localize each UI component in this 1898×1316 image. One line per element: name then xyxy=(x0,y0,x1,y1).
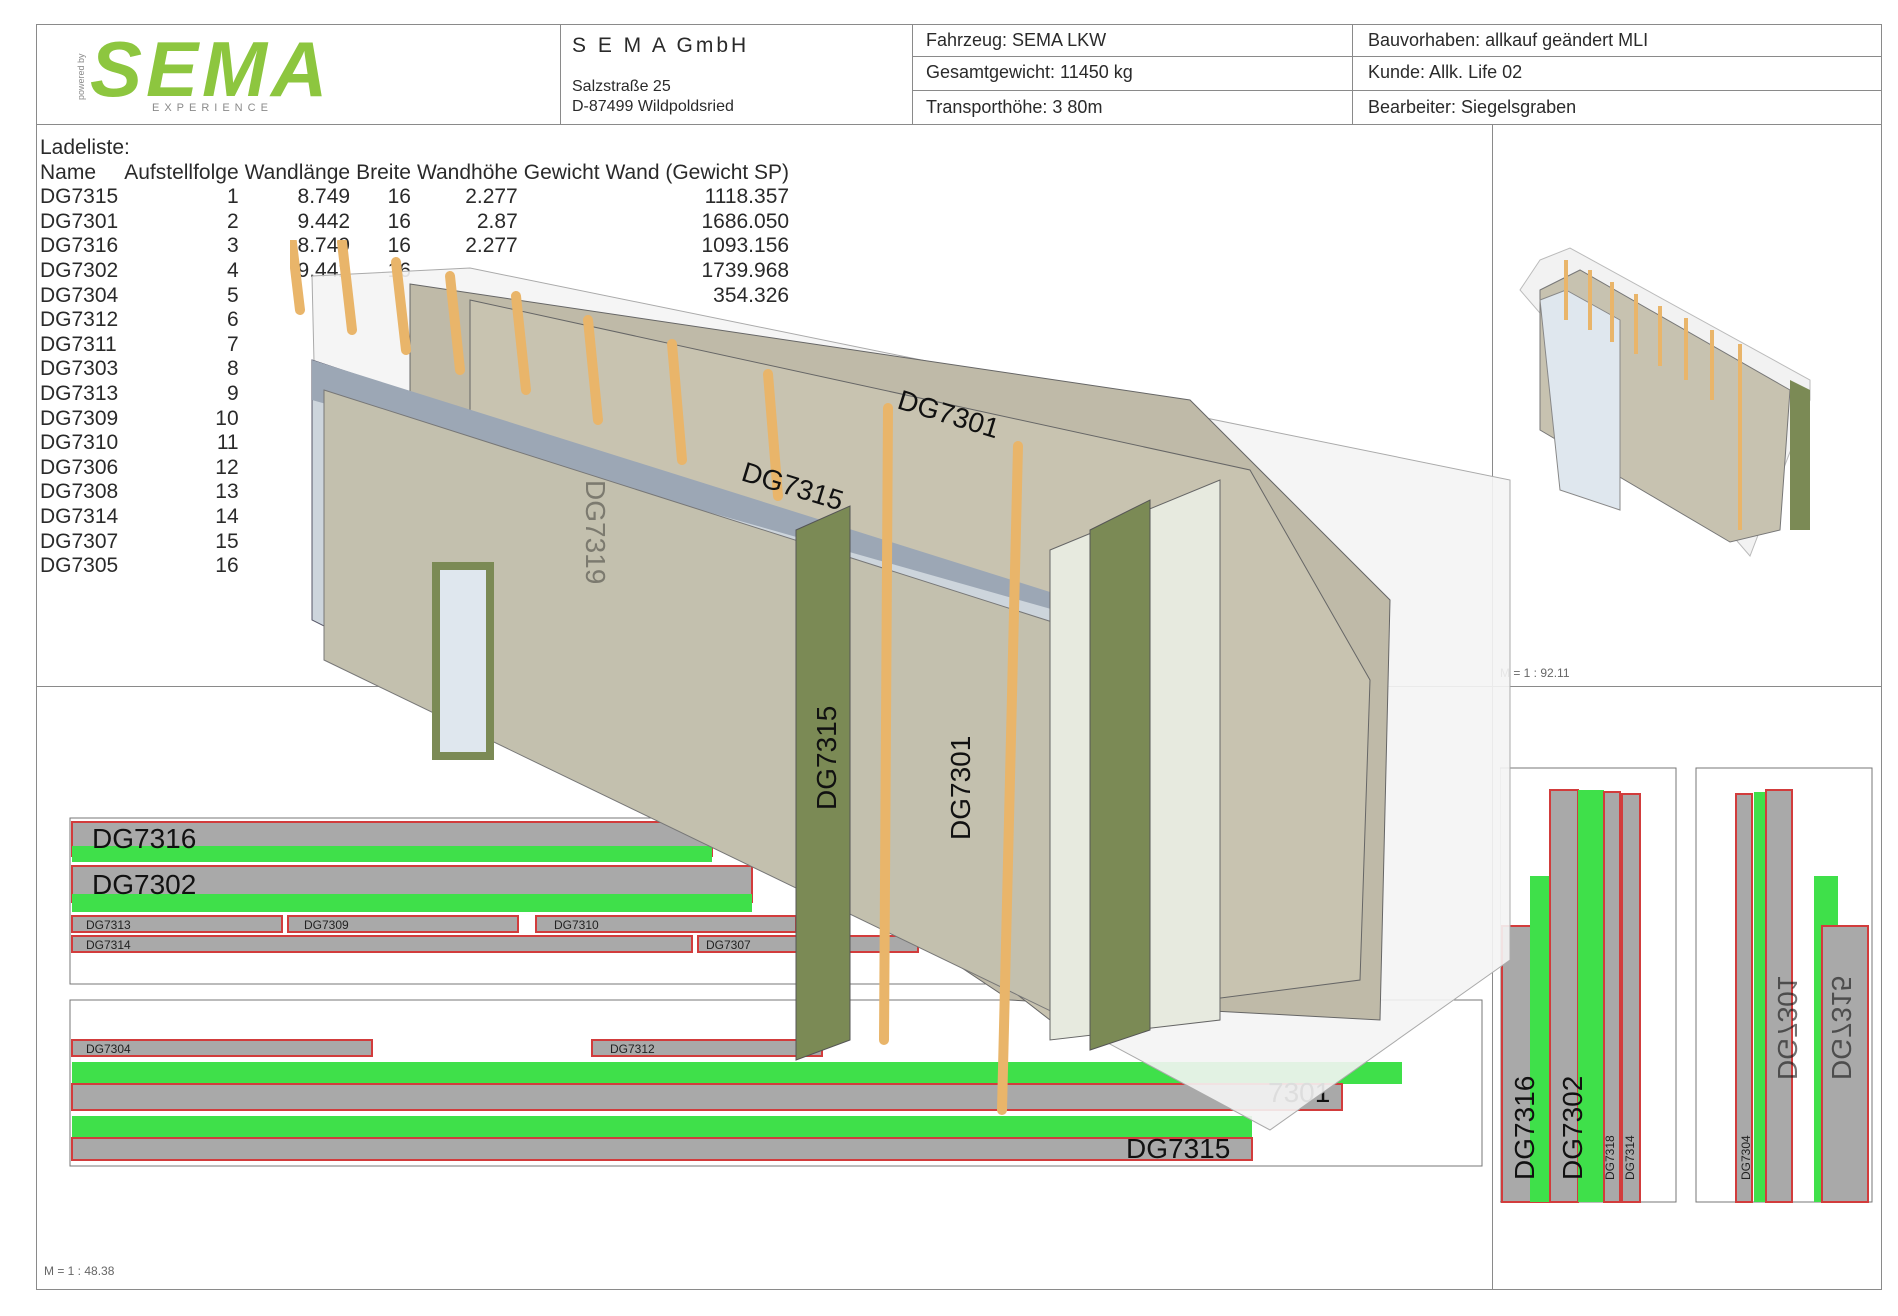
iso-label-dg7319: DG7319 xyxy=(580,480,611,584)
side-label-dg7304: DG7304 xyxy=(1739,1135,1753,1180)
cell-name: DG7303 xyxy=(40,357,119,381)
cell-order: 7 xyxy=(226,332,239,356)
plan-label-dg7314: DG7314 xyxy=(86,938,131,952)
col-header-length: Wandlänge xyxy=(244,160,351,184)
cell-name: DG7308 xyxy=(40,480,119,504)
cell-name: DG7302 xyxy=(40,258,119,282)
iso-label-dg7301-side: DG7301 xyxy=(945,736,976,840)
side-label-dg7315-mirror: DG7315 xyxy=(1826,976,1857,1080)
side-label-dg7301-mirror: DG7301 xyxy=(1772,976,1803,1080)
side-views: DG7316 DG7302 DG7318 DG7314 DG7304 DG730… xyxy=(1499,690,1880,1290)
logo-powered-by: powered by xyxy=(76,53,86,100)
company-city: D-87499 Wildpoldsried xyxy=(572,98,734,115)
side-view-left: DG7316 DG7302 DG7318 DG7314 xyxy=(1499,767,1677,1203)
header-row-divider-2 xyxy=(912,90,1882,91)
plan-label-dg7316: DG7316 xyxy=(92,823,196,854)
side-label-dg7314: DG7314 xyxy=(1623,1135,1637,1180)
cell-length: 9.442 xyxy=(297,209,351,233)
col-header-name: Name xyxy=(40,160,97,184)
cell-name: DG7316 xyxy=(40,234,119,258)
cell-name: DG7305 xyxy=(40,554,119,578)
cell-name: DG7310 xyxy=(40,431,119,455)
cell-order: 1 xyxy=(226,185,239,209)
cell-name: DG7307 xyxy=(40,529,119,553)
header-col-divider-2 xyxy=(912,24,913,124)
cell-order: 2 xyxy=(226,209,239,233)
col-header-height: Wandhöhe xyxy=(416,160,518,184)
side-views-illustration: DG7316 DG7302 DG7318 DG7314 DG7304 DG730… xyxy=(1499,767,1873,1203)
cell-weight: 1118.357 xyxy=(704,185,790,209)
panel-dg7301-insulation xyxy=(1089,499,1151,1051)
col-header-width: Breite xyxy=(356,160,411,184)
cell-order: 13 xyxy=(215,480,239,504)
isometric-load-view: DG7315 DG7319 DG7301 DG7315 DG7301 xyxy=(285,221,1520,1140)
cell-order: 15 xyxy=(215,529,239,553)
col-header-weight: Gewicht Wand (Gewicht SP) xyxy=(523,160,790,184)
isometric-illustration: DG7315 DG7319 DG7301 DG7315 DG7301 xyxy=(285,221,1511,1131)
header-row-divider-1 xyxy=(912,56,1882,57)
cell-name: DG7304 xyxy=(40,283,119,307)
overview-front-panel xyxy=(1539,289,1621,511)
editor-field: Bearbeiter: Siegelsgraben xyxy=(1368,97,1577,117)
overview-view: M = 1 : 92.11 xyxy=(1500,130,1880,680)
overview-insulation xyxy=(1790,380,1810,530)
customer-field: Kunde: Allk. Life 02 xyxy=(1368,62,1523,82)
cell-order: 3 xyxy=(226,234,239,258)
transport-height-field: Transporthöhe: 3 80m xyxy=(926,97,1103,117)
cell-order: 5 xyxy=(226,283,239,307)
logo-subtitle: EXPERIENCE xyxy=(152,102,273,114)
cell-order: 6 xyxy=(226,308,239,332)
header-divider xyxy=(36,124,1882,125)
overview-illustration xyxy=(1519,247,1811,557)
cell-weight: 1686.050 xyxy=(701,209,790,233)
vehicle-field: Fahrzeug: SEMA LKW xyxy=(926,30,1107,50)
cell-width: 16 xyxy=(387,209,411,233)
cell-height: 2.277 xyxy=(465,185,518,209)
load-list-header-row: Name Aufstellfolge Wandlänge Breite Wand… xyxy=(40,161,795,186)
company-name: S E M A GmbH xyxy=(572,34,750,57)
cell-order: 10 xyxy=(215,406,239,430)
load-list-title: Ladeliste: xyxy=(40,136,130,159)
cell-width: 16 xyxy=(387,185,411,209)
load-list-row: DG7315 1 8.749 16 2.277 1118.357 xyxy=(40,185,795,210)
total-weight-field: Gesamtgewicht: 11450 kg xyxy=(926,62,1133,82)
side-label-dg7302: DG7302 xyxy=(1557,1076,1588,1180)
cell-name: DG7315 xyxy=(40,185,119,209)
cell-name: DG7306 xyxy=(40,455,119,479)
col-header-order: Aufstellfolge xyxy=(124,160,239,184)
cell-order: 11 xyxy=(216,431,239,455)
cell-name: DG7309 xyxy=(40,406,119,430)
plan-label-dg7304: DG7304 xyxy=(86,1042,131,1056)
side-label-dg7318: DG7318 xyxy=(1603,1135,1617,1180)
cell-order: 14 xyxy=(215,504,239,528)
cell-name: DG7313 xyxy=(40,381,119,405)
cell-order: 9 xyxy=(226,381,239,405)
cell-length: 8.749 xyxy=(297,185,351,209)
plan-scale: M = 1 : 48.38 xyxy=(44,1264,115,1278)
header-col-divider-3 xyxy=(1352,24,1353,124)
sema-logo: SEMA EXPERIENCE powered by xyxy=(70,25,330,120)
cell-name: DG7312 xyxy=(40,308,119,332)
plan-panel-dg7315 xyxy=(71,1137,1253,1161)
cell-order: 4 xyxy=(226,258,239,282)
cell-order: 16 xyxy=(215,554,239,578)
load-list-row: DG7301 2 9.442 16 2.87 1686.050 xyxy=(40,210,795,235)
cell-name: DG7314 xyxy=(40,504,119,528)
window-opening xyxy=(432,562,494,760)
cell-name: DG7311 xyxy=(40,332,117,356)
header-col-divider-1 xyxy=(560,24,561,124)
cell-height: 2.87 xyxy=(476,209,518,233)
cell-order: 8 xyxy=(226,357,239,381)
logo-wordmark: SEMA xyxy=(90,30,330,113)
company-street: Salzstraße 25 xyxy=(572,78,671,95)
plan-label-dg7302: DG7302 xyxy=(92,869,196,900)
cell-order: 12 xyxy=(215,455,239,479)
cell-name: DG7301 xyxy=(40,209,119,233)
side-view-right: DG7304 DG7301 DG7315 xyxy=(1695,767,1873,1203)
plan-label-dg7313: DG7313 xyxy=(86,918,131,932)
project-field: Bauvorhaben: allkauf geändert MLI xyxy=(1368,30,1649,50)
iso-label-dg7315-side: DG7315 xyxy=(811,706,842,810)
